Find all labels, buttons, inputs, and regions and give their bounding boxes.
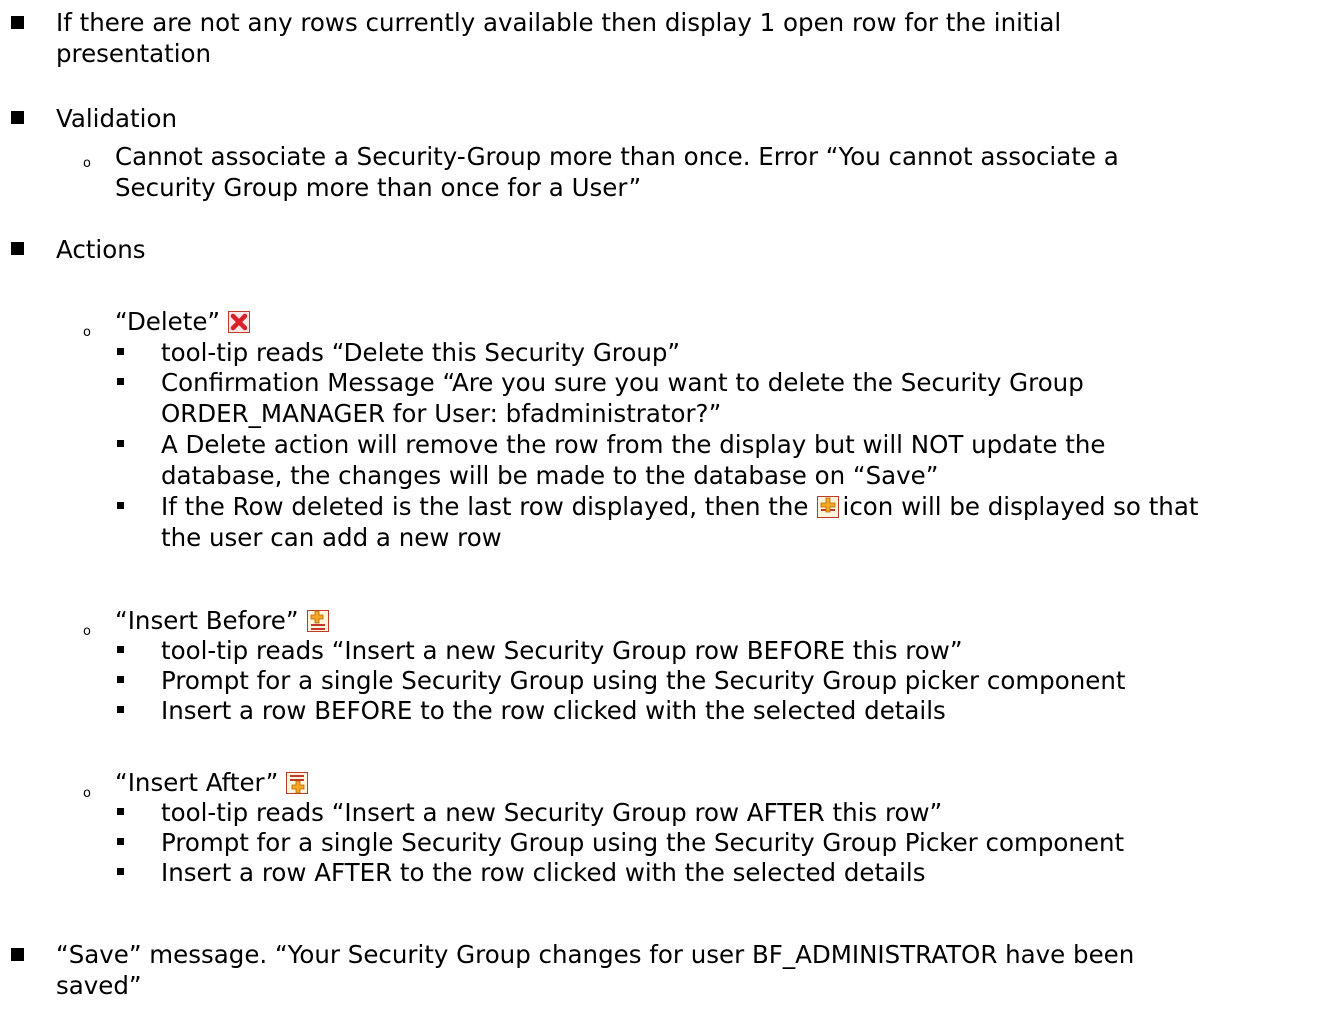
delete-lastrow-text-b: icon will be displayed so that	[842, 492, 1199, 521]
insert-before-prompt: Prompt for a single Security Group using…	[161, 666, 1126, 695]
insert-after-label: “Insert After”	[115, 768, 279, 797]
insert-before-title: “Insert Before”	[115, 605, 329, 639]
bullet-small-square	[117, 440, 124, 447]
delete-action-line2: database, the changes will be made to th…	[161, 461, 939, 490]
bullet-circle: o	[83, 786, 91, 801]
save-message-line2: saved”	[56, 971, 142, 1000]
validation-line1: Cannot associate a Security-Group more t…	[115, 142, 1119, 171]
bullet-small-square	[117, 378, 124, 385]
insert-row-icon	[816, 494, 839, 525]
insert-before-tooltip: tool-tip reads “Insert a new Security Gr…	[161, 636, 963, 665]
bullet-small-square	[117, 706, 124, 713]
bullet-small-square	[117, 838, 124, 845]
delete-tooltip: tool-tip reads “Delete this Security Gro…	[161, 338, 681, 367]
delete-lastrow-text-a: If the Row deleted is the last row displ…	[161, 492, 809, 521]
bullet-square	[11, 16, 24, 29]
bullet-circle: o	[83, 624, 91, 639]
delete-confirm-line1: Confirmation Message “Are you sure you w…	[161, 368, 1084, 397]
bullet-square	[11, 242, 24, 255]
item1-line2: presentation	[56, 39, 212, 68]
delete-red-x-icon	[228, 309, 251, 340]
delete-confirm-line2: ORDER_MANAGER for User: bfadministrator?…	[161, 399, 722, 428]
bullet-square	[11, 111, 24, 124]
validation-heading: Validation	[56, 104, 177, 133]
bullet-square	[11, 948, 24, 961]
delete-label: “Delete”	[115, 307, 221, 336]
delete-lastrow-line1: If the Row deleted is the last row displ…	[161, 491, 1198, 525]
bullet-circle: o	[83, 156, 91, 171]
delete-lastrow-line2: the user can add a new row	[161, 523, 502, 552]
delete-title: “Delete”	[115, 306, 251, 340]
validation-line2: Security Group more than once for a User…	[115, 173, 642, 202]
bullet-small-square	[117, 502, 124, 509]
insert-after-tooltip: tool-tip reads “Insert a new Security Gr…	[161, 798, 943, 827]
insert-after-title: “Insert After”	[115, 767, 309, 801]
insert-after-action: Insert a row AFTER to the row clicked wi…	[161, 858, 926, 887]
insert-after-prompt: Prompt for a single Security Group using…	[161, 828, 1125, 857]
bullet-circle: o	[83, 325, 91, 340]
bullet-small-square	[117, 676, 124, 683]
insert-before-label: “Insert Before”	[115, 606, 299, 635]
bullet-small-square	[117, 646, 124, 653]
actions-heading: Actions	[56, 235, 146, 264]
insert-before-action: Insert a row BEFORE to the row clicked w…	[161, 696, 946, 725]
item1-line1: If there are not any rows currently avai…	[56, 8, 1062, 37]
bullet-small-square	[117, 348, 124, 355]
bullet-small-square	[117, 868, 124, 875]
save-message-line1: “Save” message. “Your Security Group cha…	[56, 940, 1135, 969]
delete-action-line1: A Delete action will remove the row from…	[161, 430, 1106, 459]
bullet-small-square	[117, 808, 124, 815]
